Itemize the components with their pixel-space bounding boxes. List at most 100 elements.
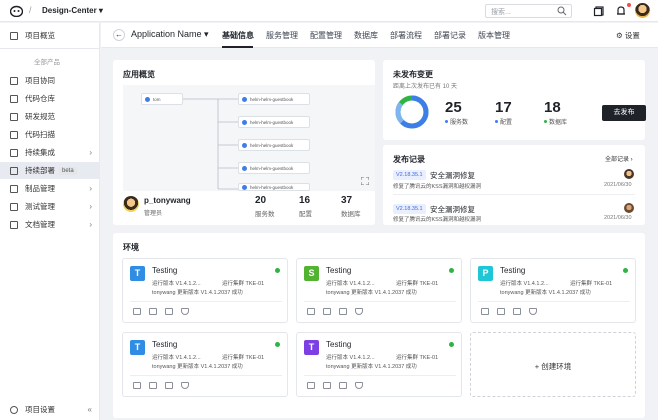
app-switcher[interactable]: Application Name ▾ bbox=[131, 29, 209, 40]
child-node[interactable]: helm-helm-guestbook bbox=[238, 183, 310, 191]
env-card[interactable]: T Testing 运行版本 V1.4.1.2... 运行集群 TKE-01 t… bbox=[296, 332, 462, 397]
sidebar-item-cd[interactable]: 持续部署 beta bbox=[0, 162, 100, 179]
project-switcher[interactable]: Design-Center ▾ bbox=[42, 6, 103, 15]
search-placeholder: 搜索... bbox=[491, 9, 511, 16]
release-title[interactable]: 安全漏洞修复 bbox=[430, 170, 475, 181]
search-input[interactable]: 搜索... bbox=[485, 4, 572, 18]
sidebar-item-label: 代码扫描 bbox=[25, 130, 55, 139]
gear-icon bbox=[10, 405, 18, 414]
child-node[interactable]: helm-helm-guestbook bbox=[238, 93, 310, 105]
sidebar-item-testing[interactable]: 测试管理 › bbox=[0, 198, 100, 215]
status-dot bbox=[623, 268, 628, 273]
env-name: Testing bbox=[326, 340, 352, 349]
logo-icon[interactable] bbox=[10, 5, 23, 17]
doc-icon[interactable] bbox=[339, 382, 347, 389]
tab-database[interactable]: 数据库 bbox=[354, 30, 378, 41]
list-icon[interactable] bbox=[323, 308, 331, 315]
list-icon[interactable] bbox=[497, 308, 505, 315]
sidebar-item-artifacts[interactable]: 制品管理 › bbox=[0, 180, 100, 197]
bell-icon[interactable] bbox=[614, 4, 628, 18]
tab-versions[interactable]: 版本管理 bbox=[478, 30, 510, 41]
fullscreen-icon[interactable] bbox=[361, 177, 369, 185]
create-environment-label: + 创建环境 bbox=[534, 362, 572, 371]
chart-icon[interactable] bbox=[133, 308, 141, 315]
tab-deploy-records[interactable]: 部署记录 bbox=[434, 30, 466, 41]
gear-icon: ⚙ bbox=[616, 31, 623, 40]
chart-icon[interactable] bbox=[307, 382, 315, 389]
back-button[interactable]: ← bbox=[113, 29, 125, 41]
env-card[interactable]: P Testing 运行版本 V1.4.1.2... 运行集群 TKE-01 t… bbox=[470, 258, 636, 323]
release-avatar bbox=[624, 169, 634, 179]
shield-icon[interactable] bbox=[181, 382, 189, 389]
create-environment-button[interactable]: + 创建环境 bbox=[470, 332, 636, 397]
env-card[interactable]: S Testing 运行版本 V1.4.1.2... 运行集群 TKE-01 t… bbox=[296, 258, 462, 323]
sidebar: 项目概览 全部产品 项目协同 代码仓库 研发规范 代码扫描 持续集成 › 持续部署… bbox=[0, 23, 100, 420]
app-header: ← Application Name ▾ 基础信息 服务管理 配置管理 数据库 … bbox=[101, 23, 658, 48]
node-dot bbox=[242, 96, 247, 102]
card-subtitle: 距离上次发布已有 10 天 bbox=[393, 84, 458, 90]
owner-avatar[interactable] bbox=[123, 196, 139, 212]
topology-diagram[interactable]: tom helm-helm-guestbook helm-helm-guestb… bbox=[123, 85, 375, 191]
legend-dot bbox=[445, 120, 448, 123]
doc-icon[interactable] bbox=[339, 308, 347, 315]
release-avatar bbox=[624, 203, 634, 213]
app-overview-card: 应用概览 tom helm-helm-guestbook helm-helm-g… bbox=[113, 60, 375, 225]
env-update: tonywang 更新版本 V1.4.1.2037 成功 bbox=[152, 290, 243, 296]
unpublished-db-label: 数据库 bbox=[544, 117, 567, 126]
child-node[interactable]: helm-helm-guestbook bbox=[238, 139, 310, 151]
release-date: 2021/06/30 bbox=[604, 215, 632, 221]
sidebar-item-standards[interactable]: 研发规范 bbox=[0, 108, 100, 125]
sidebar-item-scan[interactable]: 代码扫描 bbox=[0, 126, 100, 143]
node-label: helm-helm-guestbook bbox=[250, 184, 294, 190]
doc-icon[interactable] bbox=[165, 382, 173, 389]
list-icon[interactable] bbox=[149, 308, 157, 315]
sidebar-item-label: 代码仓库 bbox=[25, 94, 55, 103]
env-name: Testing bbox=[152, 340, 178, 349]
chart-icon[interactable] bbox=[307, 308, 315, 315]
node-label: helm-helm-guestbook bbox=[250, 96, 294, 102]
shield-icon[interactable] bbox=[529, 308, 537, 315]
sidebar-item-ci[interactable]: 持续集成 › bbox=[0, 144, 100, 161]
tab-basic-info[interactable]: 基础信息 bbox=[222, 30, 254, 41]
unpublished-services-value: 25 bbox=[445, 99, 462, 116]
env-card[interactable]: T Testing 运行版本 V1.4.1.2... 运行集群 TKE-01 t… bbox=[122, 258, 288, 323]
tab-config[interactable]: 配置管理 bbox=[310, 30, 342, 41]
sidebar-item-collab[interactable]: 项目协同 bbox=[0, 72, 100, 89]
all-records-link[interactable]: 全部记录 › bbox=[605, 154, 633, 163]
child-node[interactable]: helm-helm-guestbook bbox=[238, 162, 310, 174]
settings-button[interactable]: ⚙ 设置 bbox=[616, 30, 640, 41]
chart-icon[interactable] bbox=[481, 308, 489, 315]
child-node[interactable]: helm-helm-guestbook bbox=[238, 116, 310, 128]
sidebar-group-label: 全部产品 bbox=[34, 59, 60, 66]
tab-services[interactable]: 服务管理 bbox=[266, 30, 298, 41]
unpublished-services-label: 服务数 bbox=[445, 117, 468, 126]
node-dot bbox=[242, 142, 247, 148]
window-icon[interactable] bbox=[592, 4, 606, 18]
publish-button[interactable]: 去发布 bbox=[602, 105, 646, 121]
release-title[interactable]: 安全漏洞修复 bbox=[430, 204, 475, 215]
shield-icon[interactable] bbox=[355, 382, 363, 389]
shield-icon[interactable] bbox=[355, 308, 363, 315]
env-name: Testing bbox=[500, 266, 526, 275]
settings-label: 设置 bbox=[624, 31, 640, 40]
legend-label: 服务数 bbox=[450, 120, 469, 126]
chart-icon[interactable] bbox=[133, 382, 141, 389]
legend-dot bbox=[495, 120, 498, 123]
collapse-icon[interactable]: « bbox=[88, 405, 92, 414]
shield-icon[interactable] bbox=[181, 308, 189, 315]
doc-icon[interactable] bbox=[165, 308, 173, 315]
sidebar-item-repo[interactable]: 代码仓库 bbox=[0, 90, 100, 107]
status-dot bbox=[275, 268, 280, 273]
project-name: Design-Center bbox=[42, 6, 97, 15]
list-icon[interactable] bbox=[149, 382, 157, 389]
sidebar-item-docs[interactable]: 文档管理 › bbox=[0, 216, 100, 233]
doc-icon[interactable] bbox=[513, 308, 521, 315]
stat-services-value: 20 bbox=[255, 195, 267, 206]
user-avatar[interactable] bbox=[635, 3, 650, 18]
root-node[interactable]: tom bbox=[141, 93, 183, 105]
env-card[interactable]: T Testing 运行版本 V1.4.1.2... 运行集群 TKE-01 t… bbox=[122, 332, 288, 397]
sidebar-item-project-settings[interactable]: 项目设置 « bbox=[0, 401, 100, 418]
tab-deploy-flow[interactable]: 部署流程 bbox=[390, 30, 422, 41]
sidebar-item-overview[interactable]: 项目概览 bbox=[0, 27, 100, 44]
list-icon[interactable] bbox=[323, 382, 331, 389]
